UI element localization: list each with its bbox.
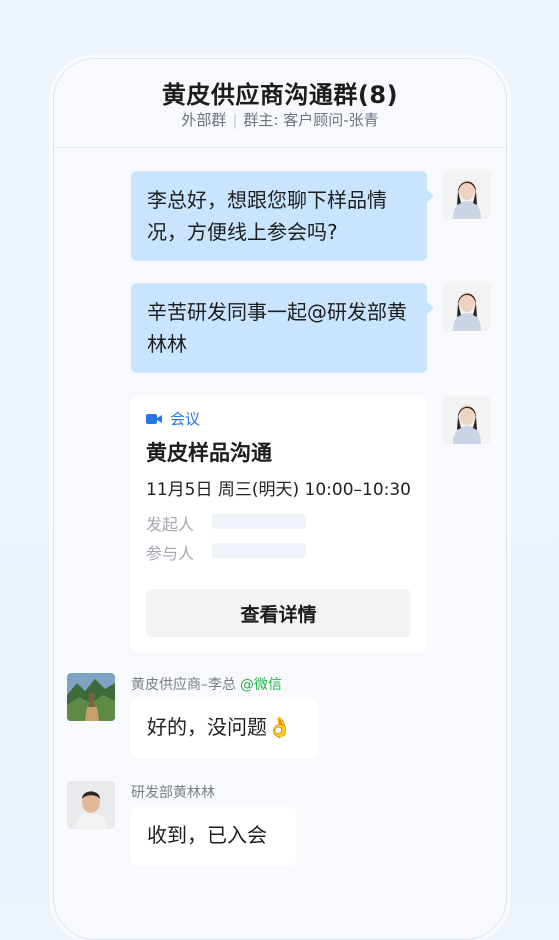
meeting-card[interactable]: 会议 黄皮样品沟通 11月5日 周三(明天) 10:00–10:30 发起人 参… — [131, 396, 426, 652]
meeting-tag: 会议 — [146, 408, 200, 429]
sender-name: 研发部黄林林 — [131, 782, 215, 802]
avatar[interactable] — [443, 171, 491, 219]
group-subtitle: 外部群 | 群主: 客户顾问-张青 — [54, 109, 506, 130]
group-type: 外部群 — [181, 111, 226, 129]
message-text: 收到，已入会 — [147, 823, 267, 847]
message-text: 好的，没问题👌 — [147, 715, 292, 739]
meeting-title: 黄皮样品沟通 — [146, 437, 272, 467]
organizer-placeholder — [212, 514, 306, 529]
landscape-photo-icon — [67, 673, 115, 721]
group-owner: 群主: 客户顾问-张青 — [243, 111, 378, 129]
avatar[interactable] — [67, 781, 115, 829]
message-bubble[interactable]: 辛苦研发同事一起@研发部黄林林 — [131, 283, 427, 373]
user-photo-icon — [443, 283, 491, 331]
avatar[interactable] — [443, 283, 491, 331]
attendees-placeholder — [212, 543, 306, 558]
message-bubble[interactable]: 收到，已入会 — [131, 807, 296, 866]
message-text: 辛苦研发同事一起@研发部黄林林 — [147, 300, 407, 356]
view-details-button[interactable]: 查看详情 — [146, 589, 411, 637]
video-camera-icon — [146, 413, 162, 425]
meeting-tag-label: 会议 — [170, 408, 200, 429]
sender-name: 黄皮供应商–李总@微信 — [131, 674, 282, 694]
organizer-label: 发起人 — [146, 511, 194, 535]
wechat-source: @微信 — [240, 677, 282, 693]
avatar[interactable] — [443, 396, 491, 444]
user-photo-icon — [443, 396, 491, 444]
subtitle-divider: | — [232, 111, 237, 129]
avatar[interactable] — [67, 673, 115, 721]
message-bubble[interactable]: 好的，没问题👌 — [131, 699, 318, 758]
group-title: 黄皮供应商沟通群(8) — [54, 75, 506, 110]
sender-name-text: 黄皮供应商–李总 — [131, 677, 236, 693]
message-bubble[interactable]: 李总好，想跟您聊下样品情况，方便线上参会吗? — [131, 171, 427, 261]
chat-window: 黄皮供应商沟通群(8) 外部群 | 群主: 客户顾问-张青 李总好，想跟您聊下样品情… — [53, 58, 507, 940]
sender-name-text: 研发部黄林林 — [131, 785, 215, 801]
meeting-time: 11月5日 周三(明天) 10:00–10:30 — [146, 475, 411, 500]
user-photo-icon — [443, 171, 491, 219]
message-text: 李总好，想跟您聊下样品情况，方便线上参会吗? — [147, 188, 387, 244]
attendees-label: 参与人 — [146, 540, 194, 564]
user-photo-icon — [67, 781, 115, 829]
chat-header: 黄皮供应商沟通群(8) 外部群 | 群主: 客户顾问-张青 — [54, 59, 506, 148]
